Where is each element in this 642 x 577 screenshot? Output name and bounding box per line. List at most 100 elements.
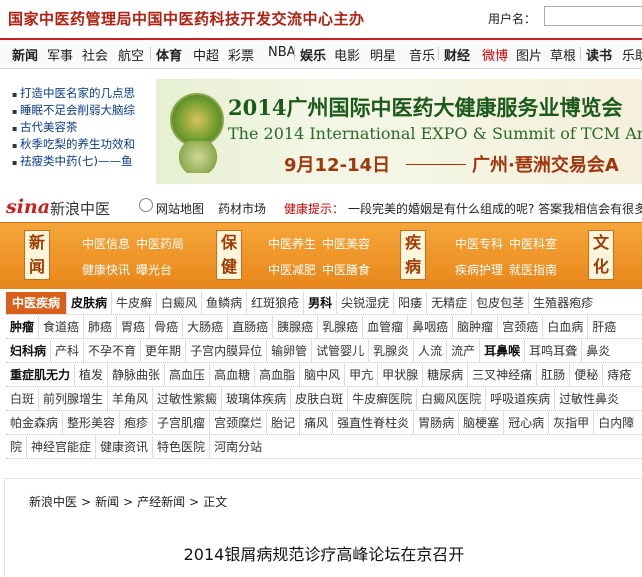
disease-tag[interactable]: 三叉神经痛 xyxy=(467,364,536,386)
disease-tag[interactable]: 肿瘤 xyxy=(6,316,38,338)
disease-tag[interactable]: 人流 xyxy=(413,340,446,362)
disease-tag[interactable]: 胰腺癌 xyxy=(272,316,317,338)
disease-tag[interactable]: 脑中风 xyxy=(299,364,344,386)
disease-tag[interactable]: 过敏性紫癜 xyxy=(152,388,221,410)
disease-tag[interactable]: 羊角风 xyxy=(107,388,152,410)
disease-tag[interactable]: 白内障 xyxy=(593,412,638,434)
disease-tag[interactable]: 直肠癌 xyxy=(227,316,272,338)
disease-tag[interactable]: 糖尿病 xyxy=(422,364,467,386)
nav-item[interactable]: 乐助 xyxy=(622,45,642,64)
disease-tag[interactable]: 痛风 xyxy=(299,412,332,434)
disease-tag[interactable]: 鼻炎 xyxy=(581,340,614,362)
disease-tag[interactable]: 静脉曲张 xyxy=(107,364,164,386)
disease-tag[interactable]: 健康资讯 xyxy=(95,436,152,458)
nav-item[interactable]: 读书 xyxy=(586,45,612,64)
disease-tag[interactable]: 尖锐湿疣 xyxy=(336,292,393,314)
category-link[interactable]: 中医养生 xyxy=(268,235,316,252)
disease-tag[interactable]: 过敏性鼻炎 xyxy=(554,388,623,410)
username-input[interactable] xyxy=(544,6,642,26)
side-link[interactable]: 睡眠不足会削弱大脑综 xyxy=(12,102,147,119)
disease-tag[interactable]: 子宫肌瘤 xyxy=(152,412,209,434)
disease-tag[interactable]: 高血糖 xyxy=(209,364,254,386)
side-link[interactable]: 祛瘦类中药(七)——鱼 xyxy=(12,153,147,170)
category-link[interactable]: 中医信息 xyxy=(82,235,130,252)
disease-tag[interactable]: 前列腺增生 xyxy=(38,388,107,410)
disease-tag[interactable]: 呼吸道疾病 xyxy=(485,388,554,410)
disease-tag[interactable]: 痔疮 xyxy=(602,364,635,386)
disease-tag[interactable]: 耳鼻喉 xyxy=(479,340,524,362)
disease-tag[interactable]: 脑肿瘤 xyxy=(452,316,497,338)
disease-tag[interactable]: 脑梗塞 xyxy=(458,412,503,434)
disease-tag[interactable]: 子宫内膜异位 xyxy=(185,340,266,362)
side-link[interactable]: 古代美容茶 xyxy=(12,119,147,136)
disease-tag[interactable]: 食道癌 xyxy=(38,316,83,338)
disease-tag[interactable]: 疱疹 xyxy=(119,412,152,434)
disease-tag[interactable]: 乳腺炎 xyxy=(368,340,413,362)
tag-heading[interactable]: 中医疾病 xyxy=(6,292,67,314)
disease-tag[interactable]: 白癜风 xyxy=(156,292,201,314)
nav-item[interactable]: NBA xyxy=(268,45,296,60)
category-link[interactable]: 中医药局 xyxy=(136,235,184,252)
disease-tag[interactable]: 鼻咽癌 xyxy=(407,316,452,338)
disease-tag[interactable]: 试管婴儿 xyxy=(311,340,368,362)
category-link[interactable]: 中医专科 xyxy=(455,235,503,252)
nav-item[interactable]: 草根 xyxy=(550,45,576,64)
category-badge[interactable]: 保健 xyxy=(216,230,242,280)
disease-tag[interactable]: 冠心病 xyxy=(503,412,548,434)
disease-tag[interactable]: 耳鸣耳聋 xyxy=(524,340,581,362)
disease-tag[interactable]: 牛皮癣 xyxy=(111,292,156,314)
disease-tag[interactable]: 白血病 xyxy=(542,316,587,338)
nav-item[interactable]: 音乐 xyxy=(409,45,435,64)
side-link[interactable]: 打造中医名家的几点思 xyxy=(12,85,147,102)
disease-tag[interactable]: 重症肌无力 xyxy=(6,364,74,386)
category-link[interactable]: 中医美容 xyxy=(322,235,370,252)
disease-tag[interactable]: 无精症 xyxy=(426,292,471,314)
breadcrumb-link[interactable]: 正文 xyxy=(203,495,227,509)
disease-tag[interactable]: 皮肤白斑 xyxy=(290,388,347,410)
disease-tag[interactable]: 不孕不育 xyxy=(83,340,140,362)
nav-item[interactable]: 电影 xyxy=(334,45,360,64)
category-badge[interactable]: 疾病 xyxy=(400,230,426,280)
category-link[interactable]: 健康快讯 xyxy=(82,261,130,278)
disease-tag[interactable]: 男科 xyxy=(303,292,336,314)
disease-tag[interactable]: 河南分站 xyxy=(209,436,266,458)
expo-banner[interactable]: 2014广州国际中医药大健康服务业博览会 The 2014 Internatio… xyxy=(156,79,642,184)
disease-tag[interactable]: 妇科病 xyxy=(6,340,50,362)
disease-tag[interactable]: 红斑狼疮 xyxy=(246,292,303,314)
category-link[interactable]: 中医减肥 xyxy=(268,261,316,278)
disease-tag[interactable]: 胃肠病 xyxy=(413,412,458,434)
disease-tag[interactable]: 强直性脊柱炎 xyxy=(332,412,413,434)
category-link[interactable]: 曝光台 xyxy=(136,261,172,278)
disease-tag[interactable]: 帕金森病 xyxy=(6,412,62,434)
disease-tag[interactable]: 包皮包茎 xyxy=(471,292,528,314)
disease-tag[interactable]: 血管瘤 xyxy=(362,316,407,338)
disease-tag[interactable]: 胃癌 xyxy=(116,316,149,338)
breadcrumb-link[interactable]: 产经新闻 xyxy=(137,495,185,509)
category-badge[interactable]: 新闻 xyxy=(24,230,50,280)
nav-item[interactable]: 图片 xyxy=(516,45,542,64)
category-badge[interactable]: 文化 xyxy=(588,230,614,280)
sitemap-link[interactable]: 网站地图 xyxy=(156,200,204,217)
disease-tag[interactable]: 输卵管 xyxy=(266,340,311,362)
disease-tag[interactable]: 便秘 xyxy=(569,364,602,386)
category-link[interactable]: 就医指南 xyxy=(509,261,557,278)
nav-item[interactable]: 微博 xyxy=(482,45,508,64)
disease-tag[interactable]: 特色医院 xyxy=(152,436,209,458)
disease-tag[interactable]: 产科 xyxy=(50,340,83,362)
disease-tag[interactable]: 鱼鳞病 xyxy=(201,292,246,314)
nav-item[interactable]: 新闻 xyxy=(12,45,38,64)
disease-tag[interactable]: 牛皮癣医院 xyxy=(347,388,416,410)
disease-tag[interactable]: 更年期 xyxy=(140,340,185,362)
nav-item[interactable]: 中超 xyxy=(193,45,219,64)
category-link[interactable]: 中医科室 xyxy=(509,235,557,252)
category-link[interactable]: 疾病护理 xyxy=(455,261,503,278)
disease-tag[interactable]: 肛肠 xyxy=(536,364,569,386)
disease-tag[interactable]: 肺癌 xyxy=(83,316,116,338)
nav-item[interactable]: 体育 xyxy=(156,45,182,64)
disease-tag[interactable]: 玻璃体疾病 xyxy=(221,388,290,410)
herb-market-link[interactable]: 药材市场 xyxy=(218,200,266,217)
disease-tag[interactable]: 阳痿 xyxy=(393,292,426,314)
disease-tag[interactable]: 甲亢 xyxy=(344,364,377,386)
nav-item[interactable]: 军事 xyxy=(47,45,73,64)
disease-tag[interactable]: 宫颈癌 xyxy=(497,316,542,338)
